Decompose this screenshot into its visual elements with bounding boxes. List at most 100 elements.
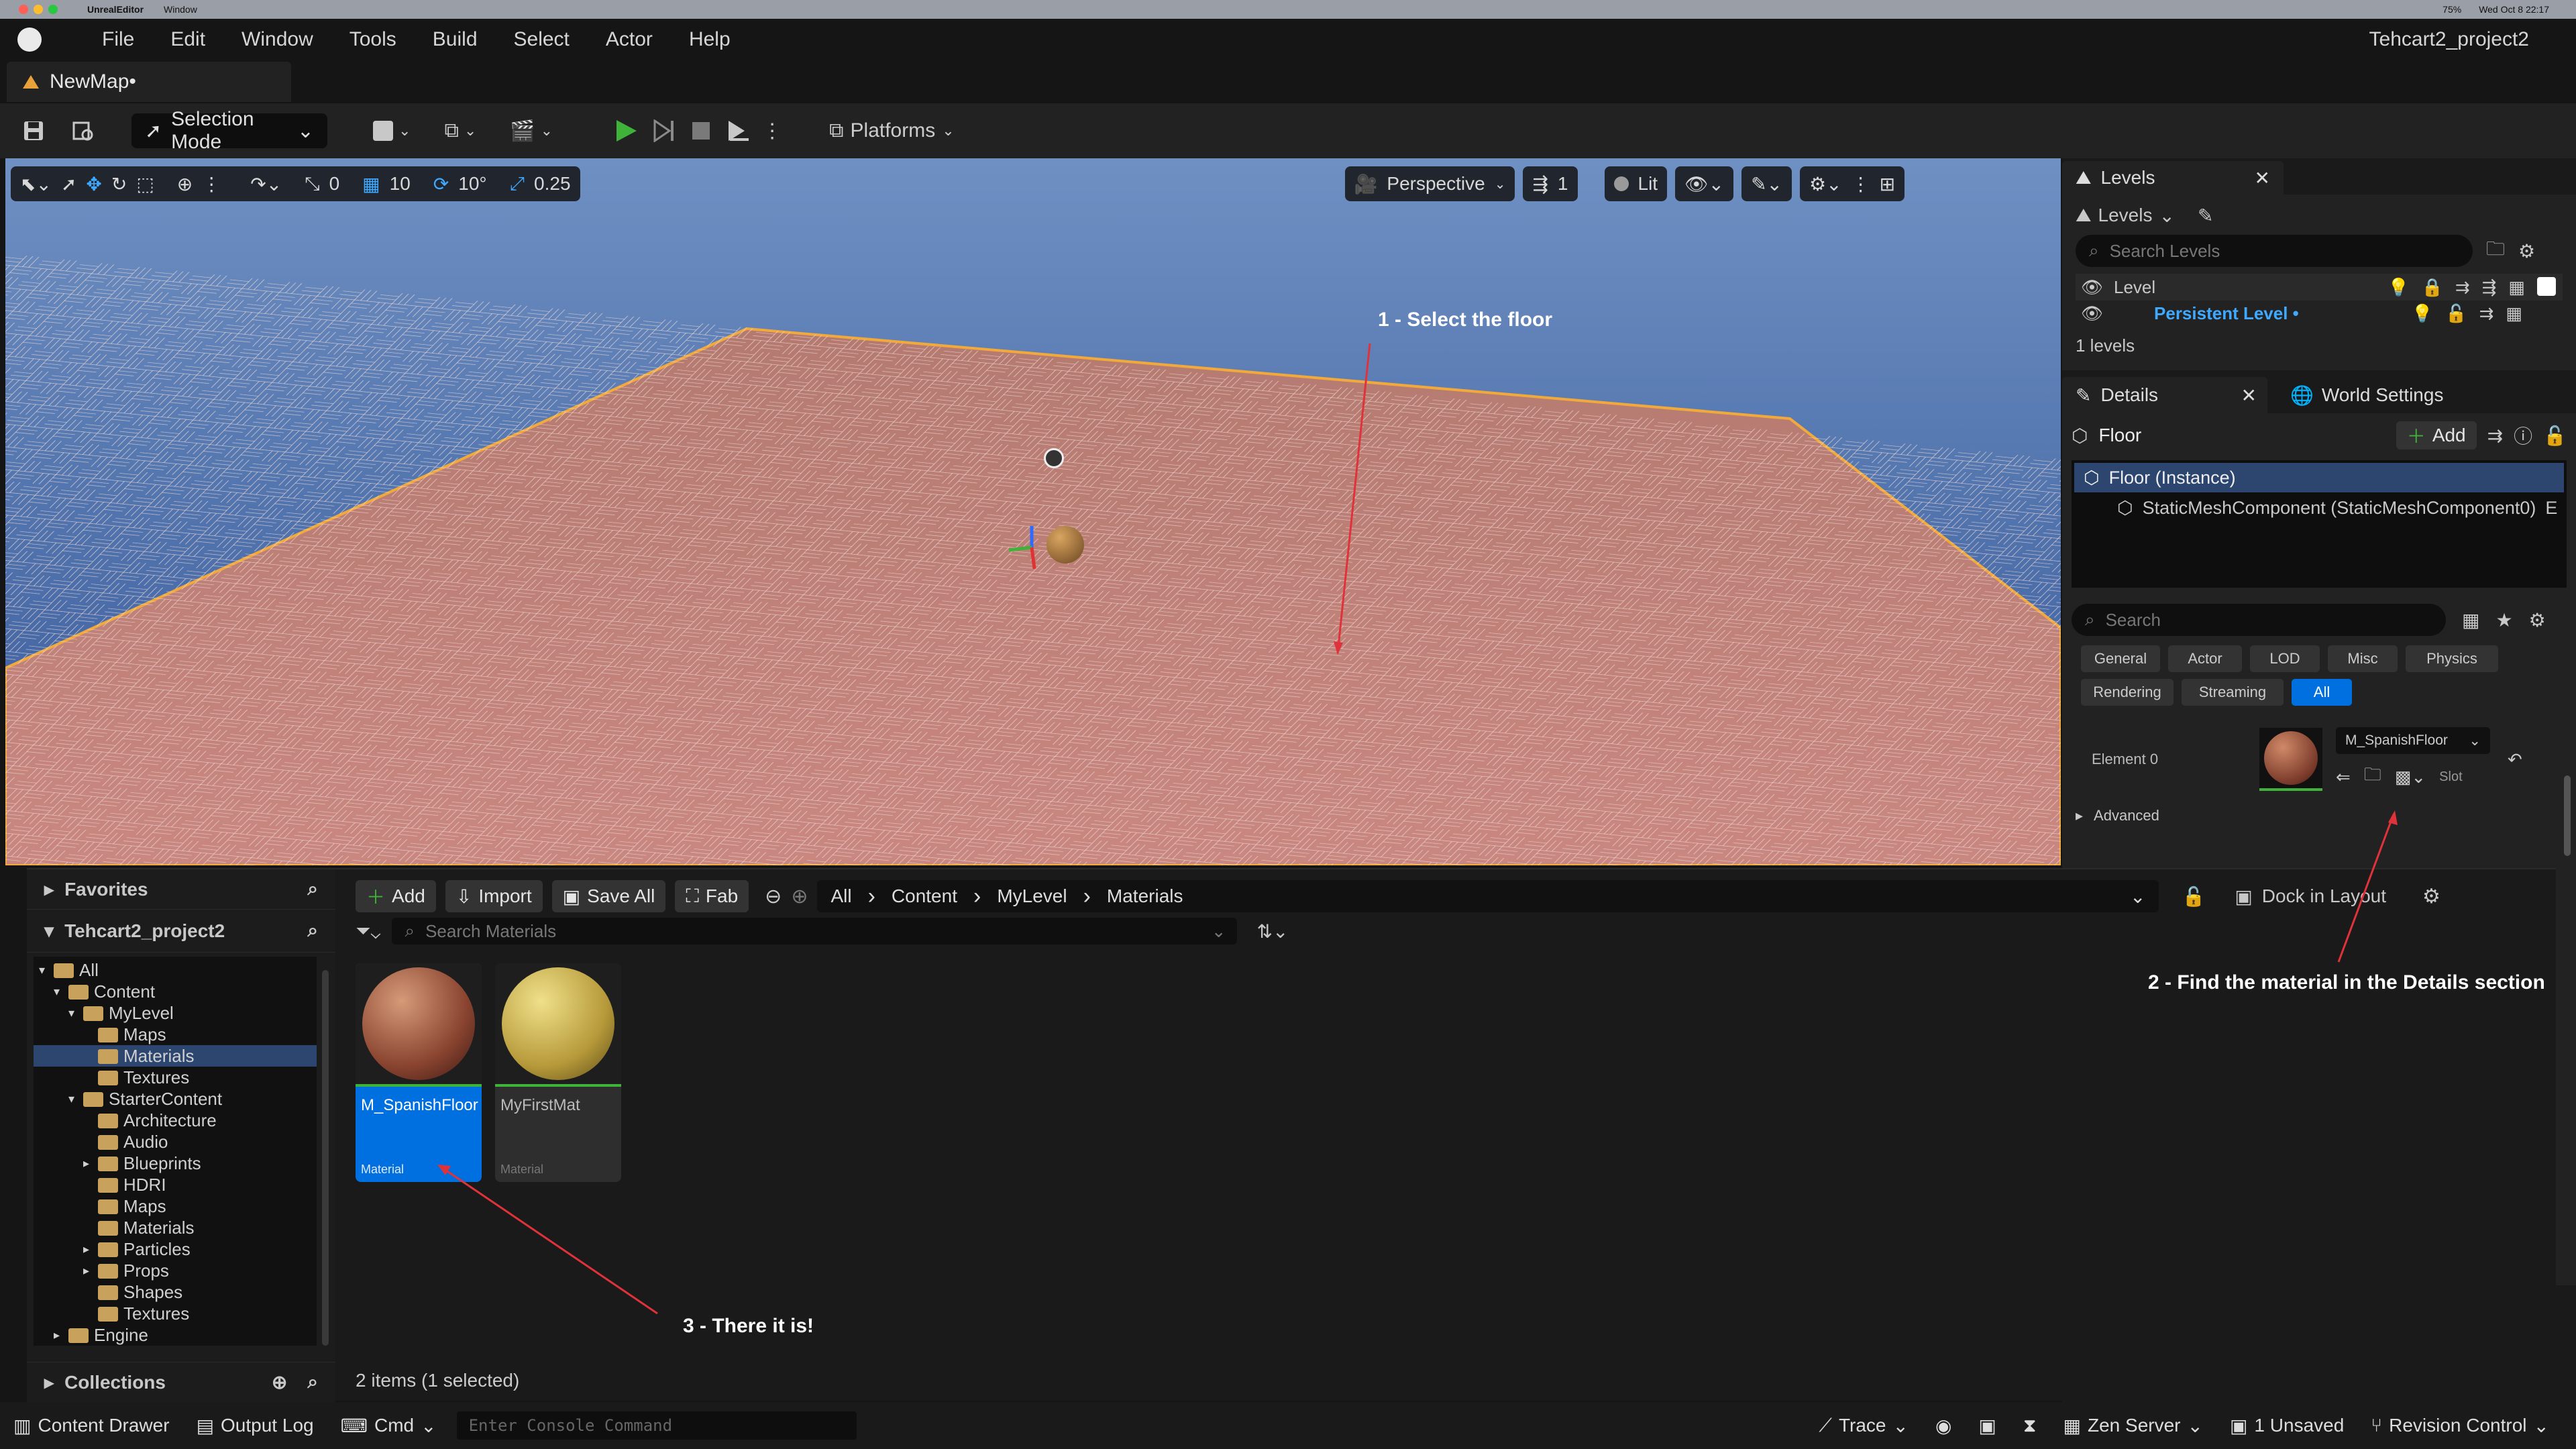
filter-rendering[interactable]: Rendering [2081, 679, 2174, 706]
filter-misc[interactable]: Misc [2328, 645, 2398, 672]
chevron-right-icon[interactable]: ▸ [83, 1264, 98, 1278]
filter-icon[interactable]: ⏷⌄ [356, 920, 381, 943]
persistent-level-row[interactable]: 👁 Persistent Level • 💡 🔓 ⇉ ▦ [2076, 301, 2563, 326]
world-settings-tab[interactable]: 🌐 World Settings [2277, 378, 2443, 412]
folder-materials[interactable]: Materials [34, 1045, 317, 1067]
eye-icon[interactable]: 👁 [2081, 303, 2103, 324]
scale-snap-value[interactable]: 0.25 [534, 173, 571, 195]
viewport-settings-dropdown[interactable]: ⚙⌄ ⋮ ⊞ [1800, 166, 1905, 201]
project-section[interactable]: ▾ Tehcart2_project2 ⌕ [27, 910, 335, 953]
menu-select[interactable]: Select [514, 28, 570, 51]
angle-snap-value[interactable]: 0 [329, 173, 340, 195]
forward-icon[interactable]: ⊕ [791, 885, 808, 908]
reset-icon[interactable]: ↶ [2508, 749, 2522, 770]
asset-card[interactable]: M_SpanishFloor Material [356, 963, 482, 1182]
breadcrumb-materials[interactable]: Materials [1107, 885, 1183, 907]
folder-particles[interactable]: ▸ Particles [34, 1238, 317, 1260]
breadcrumb-all[interactable]: All [830, 885, 851, 907]
chevron-down-icon[interactable]: ⌄ [2130, 885, 2145, 908]
menu-build[interactable]: Build [433, 28, 478, 51]
actor-icon[interactable] [1044, 448, 1064, 468]
close-icon[interactable]: ✕ [2241, 384, 2257, 407]
filter-physics[interactable]: Physics [2406, 645, 2498, 672]
edit-icon[interactable]: ✎ [2198, 205, 2213, 227]
advanced-row[interactable]: ▸ Advanced [2072, 802, 2567, 829]
folder-engine[interactable]: ▸ Engine [34, 1324, 317, 1346]
material-options-icon[interactable]: ▩⌄ [2395, 767, 2426, 788]
breadcrumb-content[interactable]: Content [892, 885, 957, 907]
search-materials-input[interactable]: ⌕ Search Materials ⌄ [391, 918, 1237, 945]
eye-icon[interactable]: 👁 [2081, 277, 2103, 298]
cmd-dropdown[interactable]: ⌨ Cmd ⌄ [341, 1415, 437, 1437]
levels-tab[interactable]: ⛰ Levels ✕ [2062, 161, 2284, 195]
map-tab[interactable]: NewMap• [7, 62, 291, 102]
play-options-icon[interactable]: ⋮ [762, 119, 782, 143]
browse-asset-icon[interactable]: 🗀 [2364, 762, 2381, 792]
chevron-right-icon[interactable]: ▸ [83, 1157, 98, 1171]
details-scrollbar[interactable] [2564, 775, 2571, 856]
add-component-button[interactable]: ＋ Add [2396, 421, 2477, 449]
scale-icon[interactable]: ⬚ [136, 173, 154, 195]
folder-textures[interactable]: Textures [34, 1067, 317, 1088]
sort-icon[interactable]: ⇅⌄ [1257, 920, 1289, 943]
blueprint-icon[interactable]: ⧉ ⌄ [444, 119, 476, 142]
chevron-down-icon[interactable]: ▾ [68, 1092, 83, 1106]
chevron-right-icon[interactable]: ▸ [83, 1242, 98, 1256]
component-instance-row[interactable]: ⬡ Floor (Instance) [2074, 463, 2564, 492]
level-viewport[interactable]: 1 - Select the floor [5, 158, 2061, 865]
grid-snap-icon[interactable]: ▦ [362, 173, 380, 195]
menu-edit[interactable]: Edit [170, 28, 205, 51]
folder-audio[interactable]: Audio [34, 1131, 317, 1152]
component-row[interactable]: ⬡ StaticMeshComponent (StaticMeshComponen… [2074, 492, 2564, 523]
filter-all[interactable]: All [2292, 679, 2352, 706]
perspective-dropdown[interactable]: 🎥 Perspective ⌄ [1344, 166, 1515, 201]
chevron-down-icon[interactable]: ▾ [39, 963, 54, 977]
folder-props[interactable]: ▸ Props [34, 1260, 317, 1281]
new-folder-icon[interactable]: 🗀 [2486, 235, 2505, 267]
output-log-button[interactable]: ▤ Output Log [197, 1415, 314, 1437]
filter-general[interactable]: General [2081, 645, 2160, 672]
menu-file[interactable]: File [102, 28, 134, 51]
mac-app-name[interactable]: UnrealEditor [87, 4, 144, 15]
gear-icon[interactable]: ⚙ [2529, 609, 2546, 631]
lock-icon[interactable]: 🔓 [2182, 885, 2205, 908]
revision-control-dropdown[interactable]: ⑂ Revision Control ⌄ [2371, 1415, 2549, 1437]
screenshot-icon[interactable]: ▣ [1978, 1415, 1996, 1437]
scale-snap-icon[interactable]: ⤢ [510, 173, 525, 195]
search-icon[interactable]: ⌕ [307, 878, 318, 900]
chevron-down-icon[interactable]: ▾ [68, 1006, 83, 1020]
platforms-button[interactable]: ⧉ Platforms ⌄ [829, 119, 955, 142]
mac-window-menu[interactable]: Window [164, 4, 197, 15]
favorites-section[interactable]: ▸ Favorites ⌕ [27, 869, 335, 910]
add-collection-icon[interactable]: ⊕ [272, 1371, 287, 1393]
search-icon[interactable]: ⌕ [307, 920, 318, 942]
show-flags-dropdown[interactable]: 👁⌄ [1675, 166, 1734, 201]
realtime-dropdown[interactable]: ✎⌄ [1741, 166, 1792, 201]
eject-icon[interactable] [727, 119, 750, 142]
folder-architecture[interactable]: Architecture [34, 1110, 317, 1131]
select-mode-icon[interactable]: ⬉⌄ [20, 173, 52, 195]
menu-window[interactable]: Window [241, 28, 313, 51]
blueprint-icon[interactable]: ⇉ [2487, 425, 2503, 447]
angle-snap-icon[interactable]: ⤡ [305, 173, 319, 195]
fab-button[interactable]: ⛶ Fab [675, 880, 749, 912]
console-input[interactable]: Enter Console Command [456, 1411, 857, 1440]
folder-blueprints[interactable]: ▸ Blueprints [34, 1152, 317, 1174]
import-button[interactable]: ⇩ Import [445, 880, 543, 912]
rotate-icon[interactable]: ↻ [111, 173, 127, 195]
record-icon[interactable]: ◉ [1935, 1415, 1951, 1437]
collections-section[interactable]: ▸ Collections ⊕ ⌕ [27, 1362, 335, 1402]
gear-icon[interactable]: ⚙ [2518, 240, 2535, 262]
world-local-icon[interactable]: ⊕ [177, 173, 193, 195]
back-icon[interactable]: ⊖ [765, 885, 782, 908]
filter-streaming[interactable]: Streaming [2182, 679, 2284, 706]
folder-all[interactable]: ▾ All [34, 959, 317, 981]
chevron-right-icon[interactable]: › [973, 883, 981, 910]
chevron-right-icon[interactable]: › [1083, 883, 1091, 910]
folder-shapes[interactable]: Shapes [34, 1281, 317, 1303]
folder-maps[interactable]: Maps [34, 1195, 317, 1217]
select-icon[interactable]: ➚ [61, 173, 76, 195]
gear-icon[interactable]: ⚙ [2422, 885, 2440, 908]
folder-hdri[interactable]: HDRI [34, 1174, 317, 1195]
more-icon[interactable]: ⋮ [202, 173, 221, 195]
